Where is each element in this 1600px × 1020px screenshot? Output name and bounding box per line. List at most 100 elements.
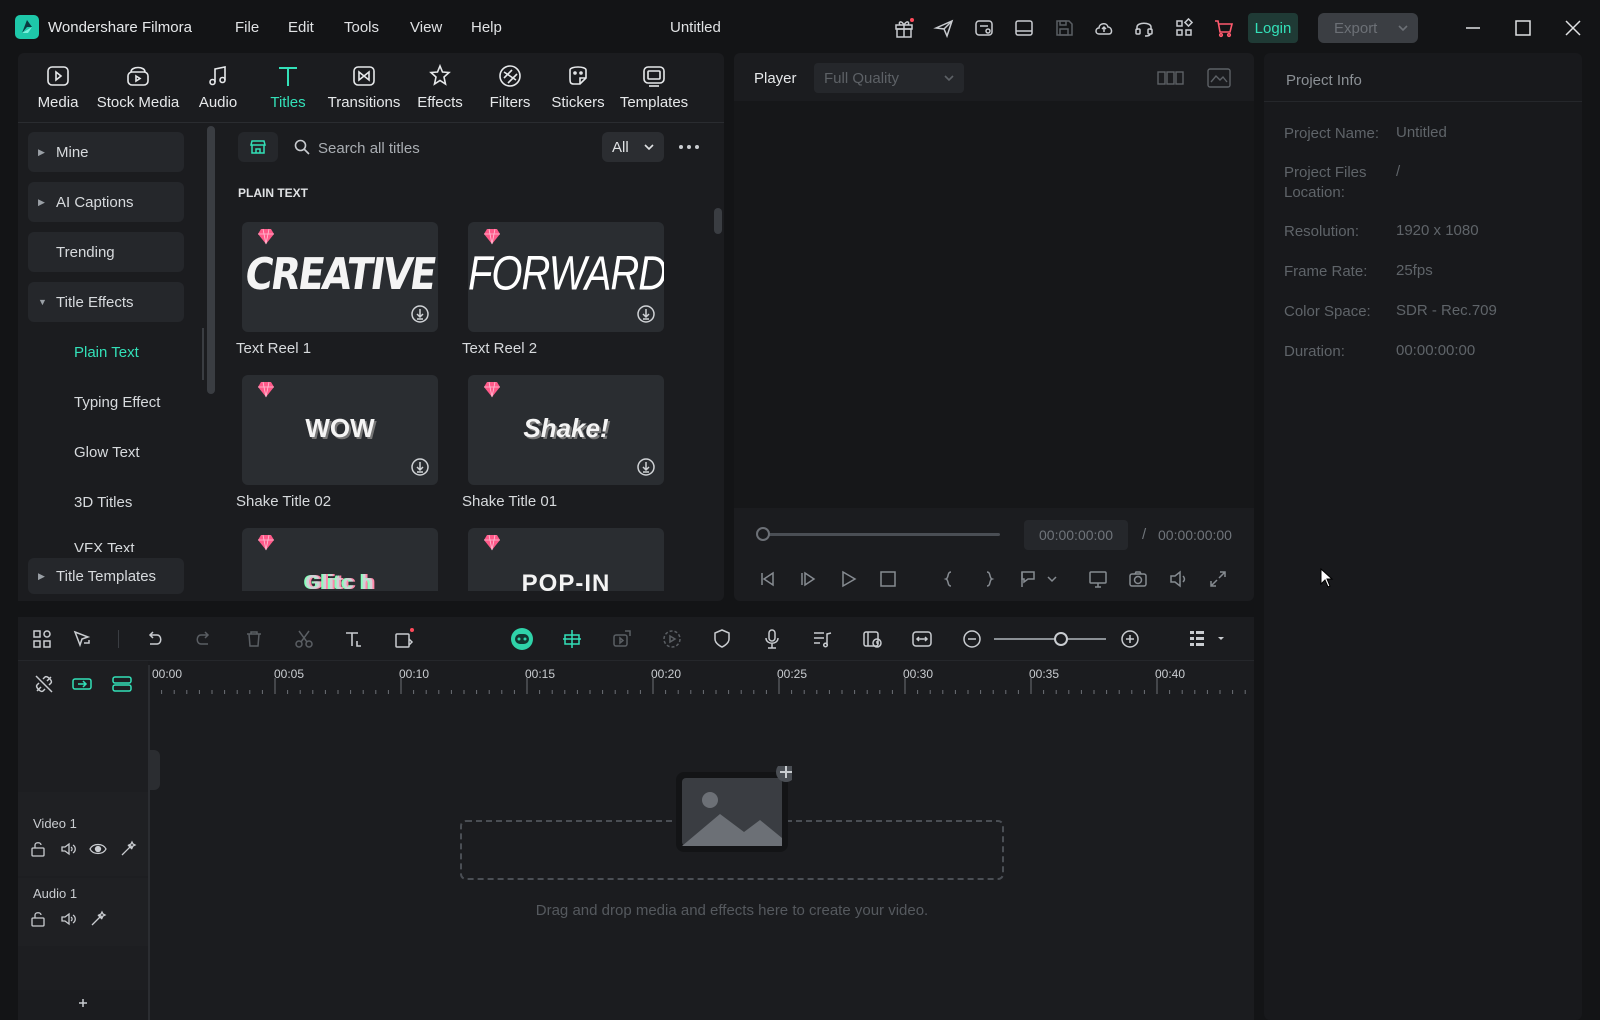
playhead-scrubber[interactable] — [760, 533, 1000, 536]
close-icon[interactable] — [1562, 17, 1584, 39]
play-icon[interactable] — [837, 568, 859, 590]
quality-dropdown[interactable]: Full Quality — [814, 63, 964, 93]
speed-icon[interactable] — [660, 627, 684, 651]
maximize-icon[interactable] — [1512, 17, 1534, 39]
zoom-slider-handle[interactable] — [1054, 632, 1068, 646]
link-clip-icon[interactable] — [70, 672, 94, 696]
menu-edit[interactable]: Edit — [288, 19, 314, 36]
tab-transitions[interactable]: Transitions — [326, 60, 402, 120]
category-mine[interactable]: ▶ Mine — [28, 132, 184, 172]
subcategory-plain-text[interactable]: Plain Text — [74, 344, 139, 361]
select-tool-icon[interactable] — [70, 627, 94, 651]
subcategory-vfx-text[interactable]: VFX Text — [74, 540, 135, 552]
tab-audio[interactable]: Audio — [180, 60, 256, 120]
layout-icon[interactable] — [1013, 17, 1035, 39]
title-thumbnail[interactable]: Shake! — [468, 375, 664, 485]
tab-stock-media[interactable]: Stock Media — [96, 60, 180, 120]
mark-in-icon[interactable] — [938, 568, 960, 590]
subcategory-3d-titles[interactable]: 3D Titles — [74, 494, 132, 511]
snap-magnet-icon[interactable] — [560, 627, 584, 651]
menu-help[interactable]: Help — [471, 19, 502, 36]
more-options-icon[interactable] — [677, 137, 701, 157]
category-title-templates[interactable]: ▶ Title Templates — [28, 558, 184, 594]
login-button[interactable]: Login — [1248, 13, 1298, 43]
scrubber-handle[interactable] — [756, 527, 770, 541]
audio-mixer-icon[interactable] — [810, 627, 834, 651]
export-button[interactable]: Export — [1318, 13, 1418, 43]
speaker-icon[interactable] — [59, 840, 77, 858]
playhead-line[interactable] — [148, 665, 150, 1020]
render-preview-icon[interactable] — [860, 627, 884, 651]
fit-timeline-icon[interactable] — [910, 627, 934, 651]
tab-filters[interactable]: Filters — [472, 60, 548, 120]
download-icon[interactable] — [636, 457, 656, 477]
tab-effects[interactable]: Effects — [402, 60, 478, 120]
undo-icon[interactable] — [142, 627, 166, 651]
redo-icon[interactable] — [192, 627, 216, 651]
play-frame-icon[interactable] — [797, 568, 819, 590]
image-view-icon[interactable] — [1206, 66, 1232, 90]
marker-icon[interactable] — [1018, 568, 1058, 590]
download-icon[interactable] — [410, 457, 430, 477]
menu-file[interactable]: File — [235, 19, 259, 36]
filter-dropdown[interactable]: All — [602, 132, 664, 162]
tab-media[interactable]: Media — [20, 60, 96, 120]
add-track-plus-icon[interactable] — [76, 996, 90, 1010]
search-input[interactable] — [318, 134, 588, 162]
speaker-icon[interactable] — [59, 910, 77, 928]
previous-frame-icon[interactable] — [757, 568, 779, 590]
split-scissors-icon[interactable] — [292, 627, 316, 651]
lock-icon[interactable] — [29, 840, 47, 858]
menu-view[interactable]: View — [410, 19, 442, 36]
support-headset-icon[interactable] — [1133, 17, 1155, 39]
tab-stickers[interactable]: Stickers — [540, 60, 616, 120]
grid-scrollbar[interactable] — [714, 208, 722, 234]
feedback-icon[interactable] — [973, 17, 995, 39]
eye-icon[interactable] — [89, 840, 107, 858]
apps-grid-icon[interactable] — [1173, 17, 1195, 39]
crop-icon[interactable] — [392, 627, 416, 651]
menu-tools[interactable]: Tools — [344, 19, 379, 36]
category-trending[interactable]: Trending — [28, 232, 184, 272]
panel-collapse-handle[interactable] — [148, 750, 160, 790]
volume-icon[interactable] — [1167, 568, 1189, 590]
sidebar-scrollbar[interactable] — [207, 126, 215, 394]
minimize-icon[interactable] — [1462, 17, 1484, 39]
title-thumbnail[interactable]: CREATIVE — [242, 222, 438, 332]
ai-assistant-icon[interactable] — [510, 627, 534, 651]
zoom-out-icon[interactable] — [960, 627, 984, 651]
mark-out-icon[interactable] — [978, 568, 1000, 590]
timeline-settings-icon[interactable] — [1186, 627, 1234, 651]
auto-enhance-icon[interactable] — [89, 910, 107, 928]
title-thumbnail[interactable]: Glitc h — [242, 528, 438, 591]
subcategory-typing-effect[interactable]: Typing Effect — [74, 394, 160, 411]
category-title-effects[interactable]: ▼ Title Effects — [28, 282, 184, 322]
category-ai-captions[interactable]: ▶ AI Captions — [28, 182, 184, 222]
store-button[interactable] — [238, 132, 278, 162]
text-tool-icon[interactable] — [342, 627, 366, 651]
timeline-ruler[interactable] — [148, 660, 1254, 702]
tab-titles[interactable]: Titles — [250, 60, 326, 120]
track-manager-icon[interactable] — [110, 672, 134, 696]
cart-icon[interactable] — [1213, 17, 1235, 39]
lock-icon[interactable] — [29, 910, 47, 928]
unlink-icon[interactable] — [32, 672, 56, 696]
title-thumbnail[interactable]: WOW — [242, 375, 438, 485]
display-icon[interactable] — [1087, 568, 1109, 590]
title-thumbnail[interactable]: POP-IN — [468, 528, 664, 591]
send-icon[interactable] — [933, 17, 955, 39]
grid-view-icon[interactable] — [1156, 66, 1184, 90]
microphone-icon[interactable] — [760, 627, 784, 651]
zoom-in-icon[interactable] — [1118, 627, 1142, 651]
cloud-upload-icon[interactable] — [1093, 17, 1115, 39]
stop-icon[interactable] — [877, 568, 899, 590]
save-icon[interactable] — [1053, 17, 1075, 39]
title-thumbnail[interactable]: FORWARD — [468, 222, 664, 332]
current-time[interactable]: 00:00:00:00 — [1024, 520, 1128, 550]
auto-reframe-icon[interactable] — [610, 627, 634, 651]
subcategory-glow-text[interactable]: Glow Text — [74, 444, 140, 461]
download-icon[interactable] — [410, 304, 430, 324]
layout-grid-icon[interactable] — [30, 627, 54, 651]
gift-icon[interactable] — [893, 17, 915, 39]
delete-icon[interactable] — [242, 627, 266, 651]
